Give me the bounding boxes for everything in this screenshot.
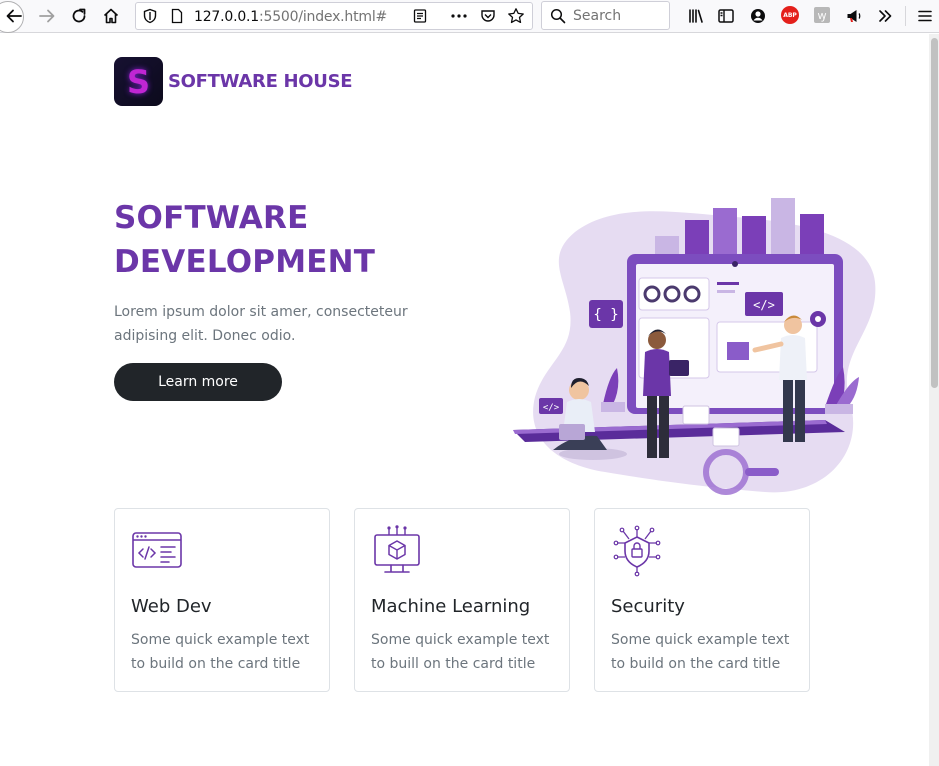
card-text-line1: Some quick example text (371, 632, 550, 648)
scrollbar-thumb[interactable] (931, 38, 938, 388)
logo-letter: S (126, 62, 151, 101)
card-title: Web Dev (131, 596, 212, 617)
software-development-illustration: </> { } </> (513, 198, 876, 495)
search-icon (550, 8, 566, 24)
card-machine-learning[interactable]: Machine Learning Some quick example text… (354, 508, 570, 692)
reload-button[interactable] (67, 4, 91, 28)
site-logo[interactable]: S (114, 57, 163, 106)
card-text-line1: Some quick example text (611, 632, 790, 648)
floating-card (682, 405, 710, 425)
library-icon[interactable] (684, 4, 708, 28)
hero-text-line2: adipising elit. Donec odio. (114, 328, 296, 344)
card-text-line2: to build on the card title (131, 656, 301, 672)
browser-toolbar: 127.0.0.1:5500/index.html# Search ABP ꝡ (0, 0, 939, 33)
card-text-line2: to buill on the card title (371, 656, 536, 672)
card-text: Some quick example text to buill on the … (371, 628, 561, 676)
card-text: Some quick example text to build on the … (611, 628, 801, 676)
magnifier-handle (745, 468, 779, 476)
hero-title-line1: SOFTWARE (114, 200, 309, 236)
braces-symbol: { } (593, 307, 618, 323)
bar-4 (742, 216, 766, 256)
floating-card (712, 427, 740, 447)
bookmark-star-icon[interactable] (507, 7, 525, 25)
card-title: Security (611, 596, 685, 617)
brand-name[interactable]: SOFTWARE HOUSE (168, 71, 353, 92)
url-path: :5500/index.html# (259, 9, 388, 25)
pocket-icon[interactable] (480, 8, 496, 24)
person-standing-left-shirt (643, 349, 671, 396)
machine-learning-icon (374, 525, 420, 573)
learn-more-button[interactable]: Learn more (114, 363, 282, 401)
reader-view-icon[interactable] (412, 8, 428, 24)
gear-icon-center (815, 316, 821, 322)
url-text[interactable]: 127.0.0.1:5500/index.html# (194, 9, 387, 25)
search-placeholder: Search (573, 8, 622, 24)
card-text-line1: Some quick example text (131, 632, 310, 648)
hero-description: Lorem ipsum dolor sit amer, consecteteur… (114, 300, 424, 348)
laptop-camera (732, 261, 738, 267)
bar-2 (685, 220, 709, 256)
shield-icon[interactable] (142, 8, 158, 24)
small-code-symbol: </> (543, 403, 560, 413)
plant-pot-right (825, 404, 853, 414)
person-standing-left-tablet (669, 360, 689, 376)
extension-icon[interactable]: ꝡ (814, 7, 830, 23)
url-bar[interactable]: 127.0.0.1:5500/index.html# (135, 2, 533, 30)
card-web-dev[interactable]: Web Dev Some quick example text to build… (114, 508, 330, 692)
adblock-plus-icon[interactable]: ABP (781, 6, 799, 24)
bar-6 (800, 214, 824, 256)
screen-line (717, 290, 735, 293)
person-standing-left-leg (659, 396, 669, 458)
code-tag-symbol: </> (753, 298, 775, 312)
person-sitting-laptop (559, 424, 585, 440)
home-button[interactable] (99, 4, 123, 28)
toolbar-divider (905, 6, 906, 26)
card-text: Some quick example text to build on the … (131, 628, 321, 676)
overflow-chevron-icon[interactable] (873, 4, 897, 28)
hamburger-menu-icon[interactable] (913, 4, 937, 28)
screen-line (717, 282, 739, 285)
bar-1 (655, 236, 679, 256)
megaphone-icon[interactable] (842, 4, 866, 28)
forward-button[interactable] (35, 4, 59, 28)
screen-image (727, 342, 749, 360)
url-host: 127.0.0.1 (194, 9, 259, 25)
page-actions-icon[interactable] (450, 8, 468, 24)
bar-3 (713, 208, 737, 256)
hero-text-line1: Lorem ipsum dolor sit amer, consecteteur (114, 304, 408, 320)
person-standing-right-shirt (779, 335, 807, 380)
person-standing-left-leg (647, 396, 657, 458)
account-icon[interactable] (746, 4, 770, 28)
web-code-icon (132, 532, 182, 568)
person-standing-right-leg (795, 380, 805, 442)
person-standing-right-leg (783, 380, 793, 442)
search-bar[interactable]: Search (541, 1, 670, 30)
card-title: Machine Learning (371, 596, 531, 617)
site-brand[interactable]: S SOFTWARE HOUSE (114, 57, 353, 106)
security-lock-icon (613, 525, 661, 577)
hero-title-line2: DEVELOPMENT (114, 244, 376, 280)
hero-title: SOFTWARE DEVELOPMENT (114, 196, 474, 284)
page-info-icon[interactable] (169, 8, 185, 24)
plant-pot-left (601, 402, 625, 412)
sidebar-icon[interactable] (714, 4, 738, 28)
back-arrow-icon[interactable] (2, 4, 26, 28)
card-text-line2: to build on the card title (611, 656, 781, 672)
bar-5 (771, 198, 795, 256)
card-security[interactable]: Security Some quick example text to buil… (594, 508, 810, 692)
